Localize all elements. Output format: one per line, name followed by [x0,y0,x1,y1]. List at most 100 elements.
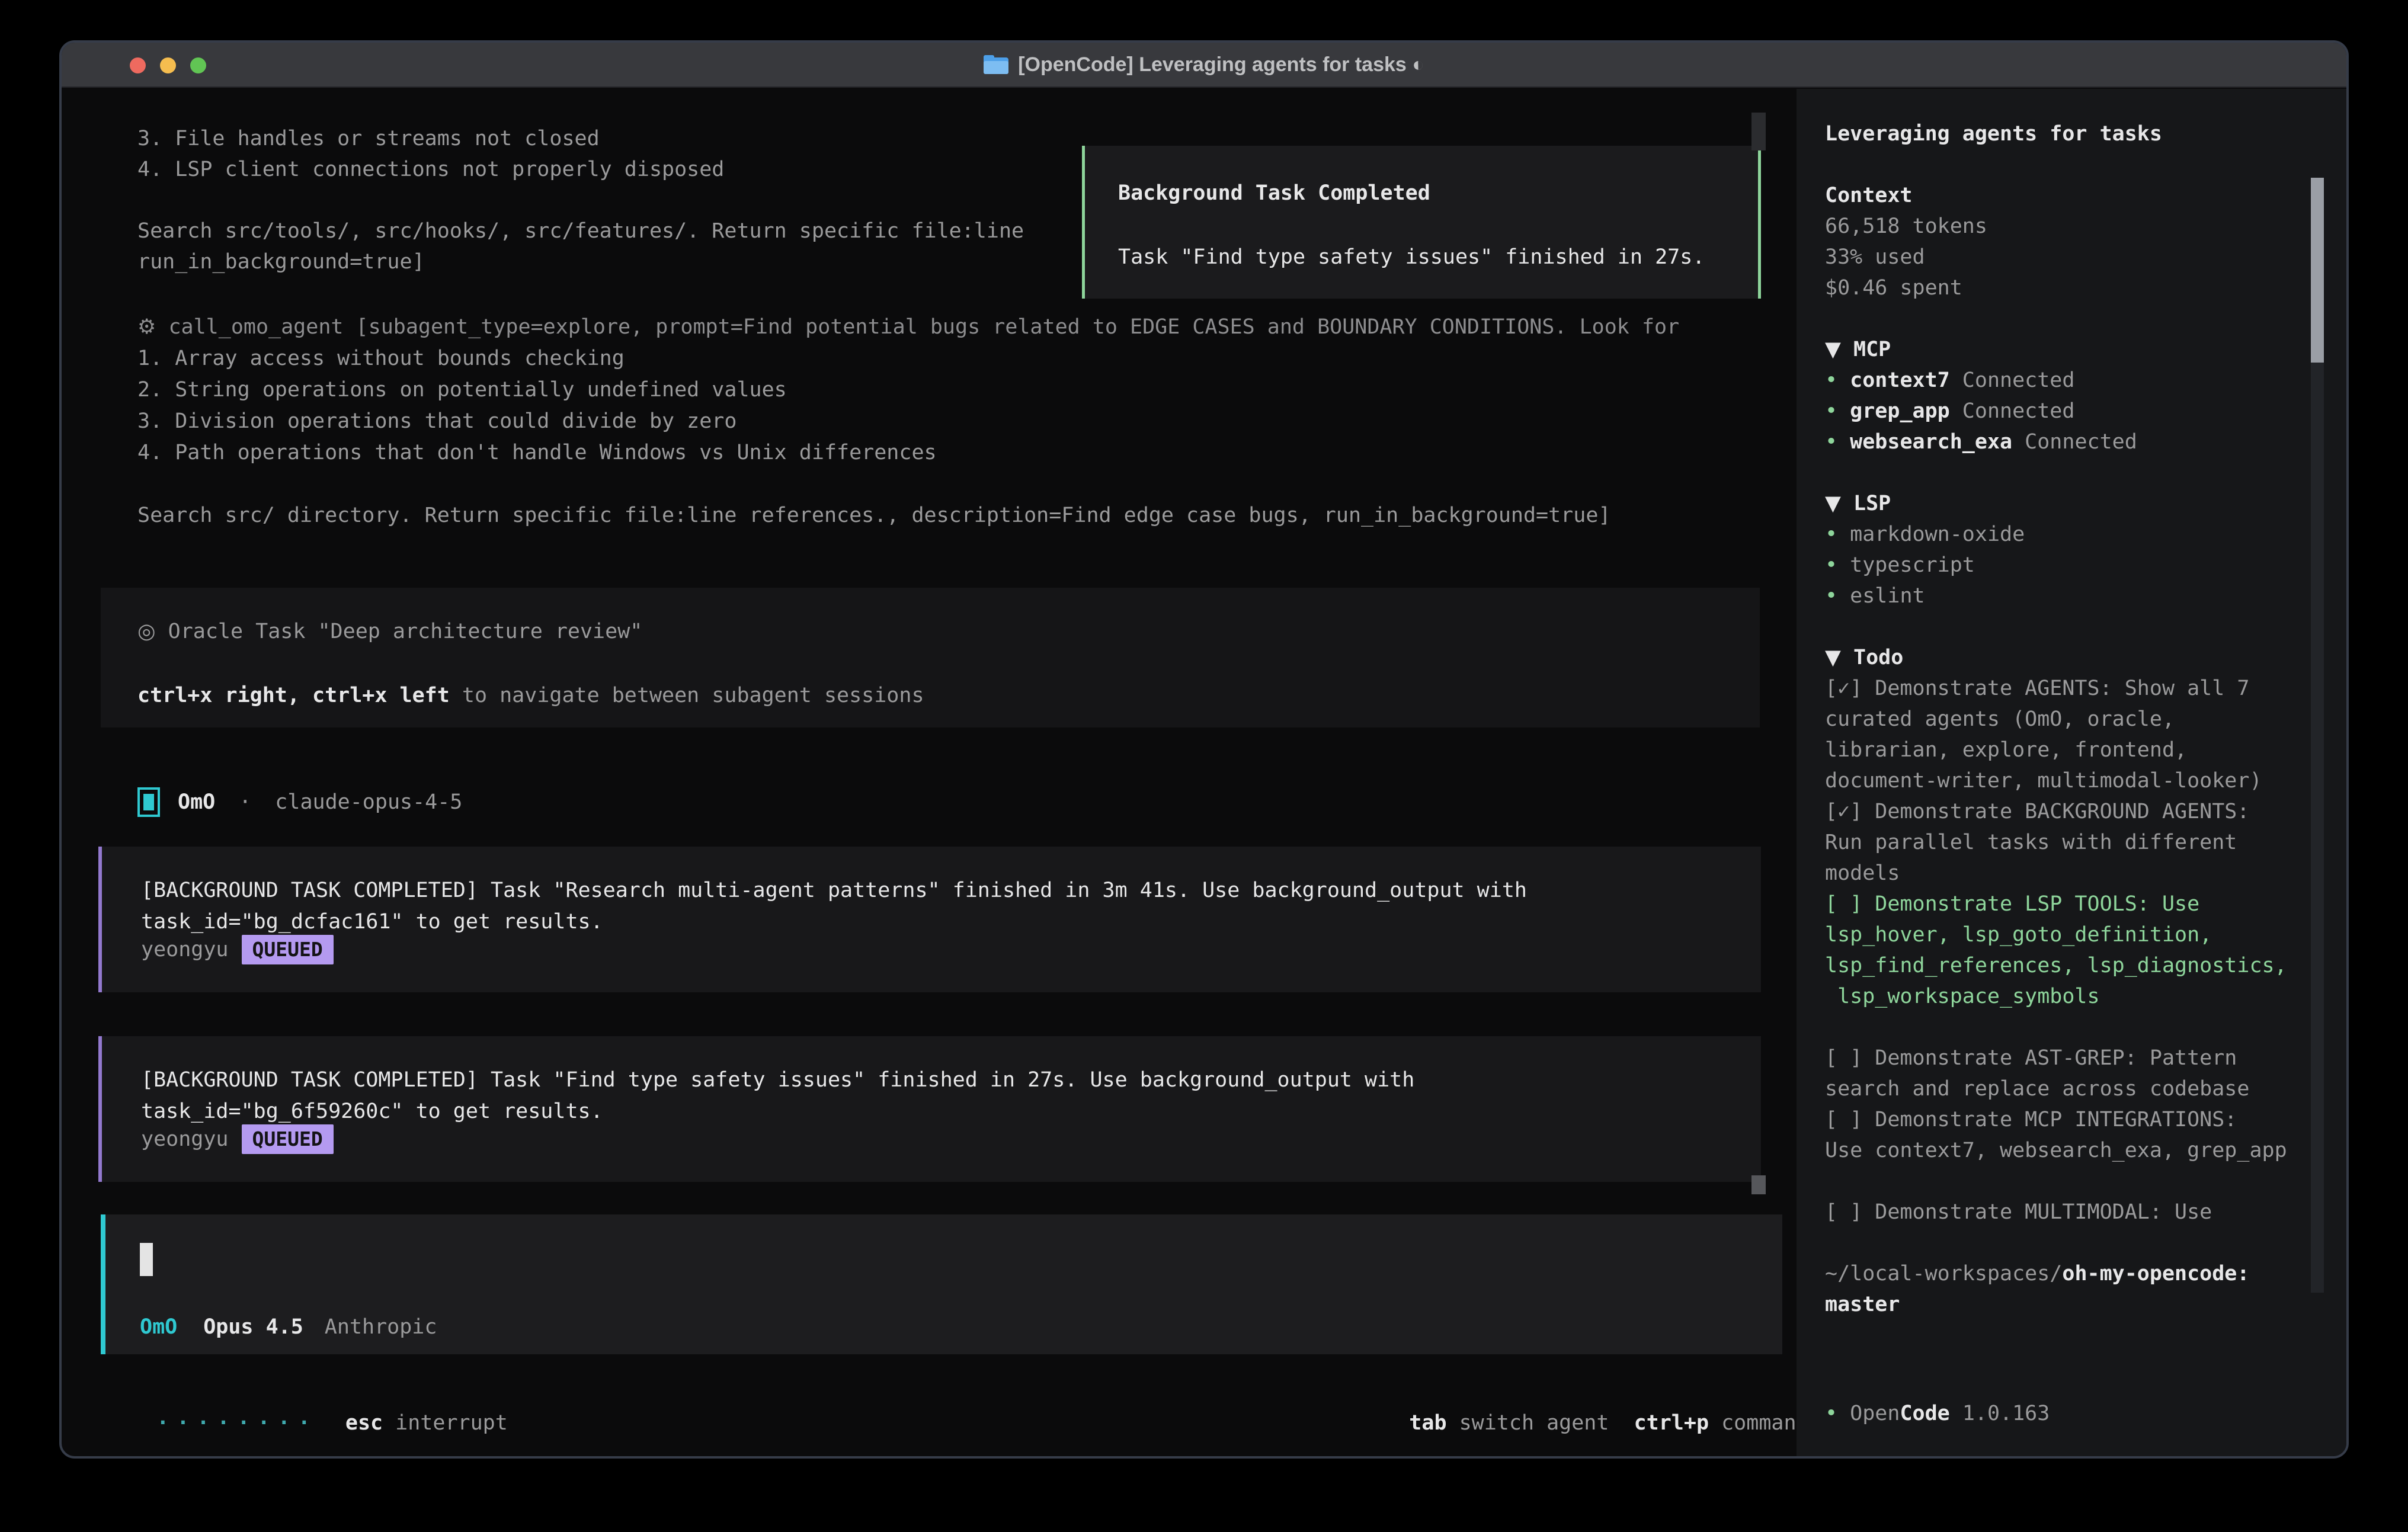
task-meta-row: yeongyu QUEUED [141,1124,334,1155]
todo-line-pending: [ ] Demonstrate MULTIMODAL: Use [1825,1197,2212,1227]
mcp-item: • websearch_exa Connected [1825,427,2137,457]
bullet-icon: • [1825,1402,1837,1425]
log-line: 3. File handles or streams not closed [137,123,600,155]
window-title: [OpenCode] Leveraging agents for tasks ◐ [1018,53,1424,76]
session-title: Leveraging agents for tasks [1825,118,2162,149]
background-task-notification[interactable]: Background Task Completed Task "Find typ… [1082,146,1761,299]
key-esc: esc [345,1411,383,1435]
mcp-status: Connected [2012,430,2137,454]
version-line: • OpenCode 1.0.163 [1825,1398,2050,1429]
status-badge: QUEUED [242,935,334,964]
task-line1: [BACKGROUND TASK COMPLETED] Task "Resear… [141,875,1527,906]
context-tokens: 66,518 tokens [1825,211,1987,242]
notification-body: Task "Find type safety issues" finished … [1118,242,1705,273]
sidebar-scrollbar-thumb[interactable] [2311,178,2324,363]
input-provider: Anthropic [325,1312,437,1342]
mcp-item: • grep_app Connected [1825,396,2074,427]
version-bold: Code [1900,1402,1949,1425]
workspace-path-line: ~/local-workspaces/oh-my-opencode: [1825,1258,2249,1289]
todo-line-done: Run parallel tasks with different [1825,827,2237,858]
log-line: 4. LSP client connections not properly d… [137,154,724,185]
close-button[interactable] [130,57,146,73]
lsp-name: markdown-oxide [1850,523,2025,546]
tool-call-footer: Search src/ directory. Return specific f… [137,500,1610,531]
todo-line-active: [ ] Demonstrate LSP TOOLS: Use [1825,889,2199,919]
task-result-block: [BACKGROUND TASK COMPLETED] Task "Find t… [98,1036,1761,1182]
zoom-button[interactable] [190,57,206,73]
bullet-icon: • [1825,368,1837,392]
prompt-input[interactable]: OmO Opus 4.5 Anthropic [101,1214,1782,1354]
key-tab: tab [1409,1411,1446,1435]
workspace-repo: oh-my-opencode: [2062,1262,2249,1286]
tool-call-item: 4. Path operations that don't handle Win… [137,437,937,469]
task-line1: [BACKGROUND TASK COMPLETED] Task "Find t… [141,1065,1414,1095]
bullet-icon: • [1825,584,1837,608]
task-user: yeongyu [141,934,229,965]
task-line2: task_id="bg_6f59260c" to get results. [141,1096,603,1127]
lsp-item: • typescript [1825,550,1975,581]
folder-icon [984,55,1008,74]
bullet-icon: • [1825,523,1837,546]
tool-call-item: 1. Array access without bounds checking [137,343,625,374]
collapse-triangle-icon: ▼ [1825,338,1841,361]
key-ctrl-p: ctrl+p [1634,1411,1709,1435]
task-result-block: [BACKGROUND TASK COMPLETED] Task "Resear… [98,847,1761,992]
notification-title: Background Task Completed [1118,178,1430,209]
todo-line-done: curated agents (OmO, oracle, [1825,704,2175,735]
todo-line-active: lsp_find_references, lsp_diagnostics, [1825,950,2287,981]
minimize-button[interactable] [160,57,176,73]
lsp-section-heading[interactable]: ▼ LSP [1825,488,1891,519]
tool-call-text: call_omo_agent [subagent_type=explore, p… [168,315,1679,339]
tool-call-item: 2. String operations on potentially unde… [137,374,787,406]
todo-line-active: lsp_workspace_symbols [1825,981,2100,1012]
titlebar: [OpenCode] Leveraging agents for tasks ◐ [62,43,2346,88]
lsp-item: • eslint [1825,581,1925,611]
mcp-section-heading[interactable]: ▼ MCP [1825,334,1891,365]
sidebar-scrollbar-track[interactable] [2311,361,2324,1293]
task-meta-row: yeongyu QUEUED [141,934,334,965]
input-footer: OmO Opus 4.5 Anthropic [140,1312,437,1342]
terminal-scrollbar-mark[interactable] [1751,1175,1766,1194]
task-user: yeongyu [141,1124,229,1155]
spinner-dots-icon: ········ [156,1411,318,1435]
todo-section-heading[interactable]: ▼ Todo [1825,642,1903,673]
context-spent: $0.46 spent [1825,273,1962,303]
todo-line-pending: [ ] Demonstrate AST-GREP: Pattern [1825,1043,2237,1073]
label-interrupt: interrupt [383,1411,508,1435]
bullet-icon: • [1825,553,1837,577]
task-line2: task_id="bg_dcfac161" to get results. [141,906,603,937]
todo-line-active: lsp_hover, lsp_goto_definition, [1825,919,2212,950]
agent-name: OmO [178,787,215,818]
sidebar: Leveraging agents for tasks Context 66,5… [1797,89,2349,1459]
todo-line-done: [✓] Demonstrate AGENTS: Show all 7 [1825,673,2249,704]
oracle-title-line: ◎ Oracle Task "Deep architecture review" [137,616,642,647]
input-model: Opus 4.5 [203,1312,303,1342]
collapse-triangle-icon: ▼ [1825,646,1841,669]
workspace-path: ~/local-workspaces/ [1825,1262,2062,1286]
mcp-name: context7 [1850,368,1950,392]
oracle-task-panel: ◎ Oracle Task "Deep architecture review"… [101,588,1760,727]
mcp-name: grep_app [1850,399,1950,423]
mcp-status: Connected [1950,368,2075,392]
todo-line-done: document-writer, multimodal-looker) [1825,765,2262,796]
agent-model: claude-opus-4-5 [275,787,462,818]
dot-separator-icon: · [239,787,251,818]
collapse-triangle-icon: ▼ [1825,492,1841,515]
lsp-heading-label: LSP [1841,492,1891,515]
bullet-icon: • [1825,399,1837,423]
todo-line-done: models [1825,858,1900,889]
agent-header: OmO · claude-opus-4-5 [137,786,462,819]
todo-heading-label: Todo [1841,646,1903,669]
gear-icon: ⚙ [137,315,156,339]
log-line: Search src/tools/, src/hooks/, src/featu… [137,216,1024,247]
todo-line-done: [✓] Demonstrate BACKGROUND AGENTS: [1825,796,2249,827]
context-heading: Context [1825,180,1913,211]
oracle-hint-line: ctrl+x right, ctrl+x left to navigate be… [137,680,924,711]
omo-agent-icon [137,787,160,817]
terminal-scrollbar-thumb[interactable] [1751,113,1766,150]
version-prefix: Open [1850,1402,1900,1425]
mcp-item: • context7 Connected [1825,365,2074,396]
lsp-name: typescript [1850,553,1975,577]
lsp-item: • markdown-oxide [1825,519,2025,550]
lsp-name: eslint [1850,584,1925,608]
